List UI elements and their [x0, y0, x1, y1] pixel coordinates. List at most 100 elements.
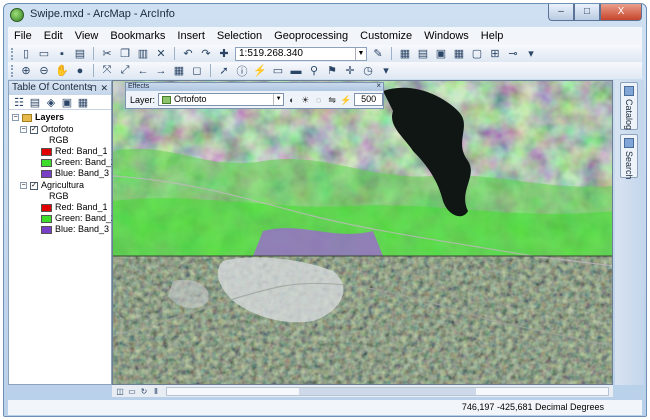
- map-imagery: [113, 81, 612, 384]
- new-document-icon[interactable]: ▯: [18, 47, 34, 61]
- identify-results-icon[interactable]: ▦: [397, 47, 413, 61]
- horizontal-scrollbar[interactable]: [166, 386, 609, 396]
- menu-insert[interactable]: Insert: [171, 30, 211, 42]
- toolbar-options-icon[interactable]: ▾: [523, 47, 539, 61]
- menu-customize[interactable]: Customize: [354, 30, 418, 42]
- collapse-icon[interactable]: −: [20, 126, 27, 133]
- time-slider-icon[interactable]: ◷: [360, 64, 376, 78]
- pause-drawing-icon[interactable]: Ⅱ: [151, 386, 161, 396]
- hyperlink-icon[interactable]: ⚡: [252, 64, 268, 78]
- open-folder-icon[interactable]: ▭: [36, 47, 52, 61]
- search-window-icon[interactable]: ▢: [469, 47, 485, 61]
- clear-selection-icon[interactable]: ◻: [189, 64, 205, 78]
- measure-icon[interactable]: ▬: [288, 64, 304, 78]
- swipe-icon[interactable]: ⇋: [326, 94, 337, 106]
- find-route-icon[interactable]: ⚑: [324, 64, 340, 78]
- model-builder-icon[interactable]: ⊞: [487, 47, 503, 61]
- redo-icon[interactable]: ↷: [198, 47, 214, 61]
- toolbar-options-icon[interactable]: ▾: [378, 64, 394, 78]
- collapse-icon[interactable]: −: [12, 114, 19, 121]
- toolbar-grip[interactable]: [11, 47, 14, 60]
- chevron-down-icon[interactable]: ▼: [355, 47, 366, 60]
- menu-file[interactable]: File: [8, 30, 38, 42]
- close-icon[interactable]: ×: [376, 82, 381, 90]
- layer-label: Layer:: [130, 94, 156, 105]
- paste-icon[interactable]: ▥: [135, 47, 151, 61]
- layer-agricultura[interactable]: − ✓ Agricultura: [20, 180, 84, 191]
- join-tool-icon[interactable]: ⊸: [505, 47, 521, 61]
- save-icon[interactable]: ▪: [54, 47, 70, 61]
- right-dock: Catalog Search: [615, 80, 644, 385]
- add-data-icon[interactable]: ✚: [216, 47, 232, 61]
- coordinate-readout: 746,197 -425,681 Decimal Degrees: [461, 402, 604, 412]
- list-by-selection-icon[interactable]: ▣: [60, 95, 74, 109]
- go-to-xy-icon[interactable]: ✛: [342, 64, 358, 78]
- python-window-icon[interactable]: ▦: [451, 47, 467, 61]
- select-elements-icon[interactable]: ➚: [216, 64, 232, 78]
- effects-title-bar[interactable]: Effects ×: [126, 82, 383, 91]
- map-display[interactable]: [112, 80, 613, 385]
- fixed-zoom-in-icon[interactable]: ⤧: [99, 64, 115, 78]
- tab-search[interactable]: Search: [620, 134, 638, 180]
- menu-windows[interactable]: Windows: [418, 30, 475, 42]
- contrast-icon[interactable]: ◐: [286, 94, 297, 106]
- toc-options-icon[interactable]: ▦: [76, 95, 90, 109]
- close-icon[interactable]: ✕: [100, 81, 108, 95]
- pin-icon[interactable]: ⊓: [90, 81, 97, 95]
- band-row: Green: Band_2: [41, 213, 116, 224]
- delete-icon[interactable]: ✕: [153, 47, 169, 61]
- catalog-window-icon[interactable]: ▤: [415, 47, 431, 61]
- refresh-icon[interactable]: ↻: [139, 386, 149, 396]
- select-features-icon[interactable]: ▦: [171, 64, 187, 78]
- data-view-icon[interactable]: ◫: [115, 386, 125, 396]
- tab-catalog[interactable]: Catalog: [620, 82, 638, 130]
- effects-toolbar: Effects × Layer: Ortofoto ▼ ◐ ☀ ◌ ⇋ ⚡ 50…: [125, 82, 384, 109]
- close-button[interactable]: X: [600, 4, 642, 21]
- menu-help[interactable]: Help: [475, 30, 510, 42]
- full-extent-icon[interactable]: ●: [72, 64, 88, 78]
- flicker-icon[interactable]: ⚡: [340, 94, 351, 106]
- menu-bookmarks[interactable]: Bookmarks: [104, 30, 171, 42]
- copy-icon[interactable]: ❐: [117, 47, 133, 61]
- menu-edit[interactable]: Edit: [38, 30, 69, 42]
- forward-extent-icon[interactable]: →: [153, 64, 169, 78]
- list-by-source-icon[interactable]: ▤: [28, 95, 42, 109]
- flicker-rate-input[interactable]: 500: [354, 93, 383, 106]
- layers-dataframe[interactable]: − Layers: [12, 112, 64, 123]
- layer-visibility-checkbox[interactable]: ✓: [30, 181, 38, 190]
- layer-ortofoto[interactable]: − ✓ Ortofoto: [20, 124, 74, 135]
- map-scale-combobox[interactable]: 1:519.268.340 ▼: [235, 46, 367, 61]
- band-row: Blue: Band_3: [41, 168, 109, 179]
- toolbar-grip[interactable]: [11, 64, 14, 77]
- chevron-down-icon[interactable]: ▼: [273, 94, 283, 105]
- effects-layer-value: Ortofoto: [174, 94, 207, 104]
- tab-catalog-label: Catalog: [624, 99, 634, 131]
- list-by-visibility-icon[interactable]: ◈: [44, 95, 58, 109]
- html-popup-icon[interactable]: ▭: [270, 64, 286, 78]
- menu-view[interactable]: View: [69, 30, 105, 42]
- back-extent-icon[interactable]: ←: [135, 64, 151, 78]
- fixed-zoom-out-icon[interactable]: ⤢: [117, 64, 133, 78]
- layout-view-icon[interactable]: ▭: [127, 386, 137, 396]
- undo-icon[interactable]: ↶: [180, 47, 196, 61]
- zoom-in-icon[interactable]: ⊕: [18, 64, 34, 78]
- cut-icon[interactable]: ✂: [99, 47, 115, 61]
- maximize-button[interactable]: □: [574, 4, 600, 21]
- arctoolbox-icon[interactable]: ▣: [433, 47, 449, 61]
- menu-geoprocessing[interactable]: Geoprocessing: [268, 30, 354, 42]
- editor-toolbar-icon[interactable]: ✎: [370, 47, 386, 61]
- collapse-icon[interactable]: −: [20, 182, 27, 189]
- effects-layer-select[interactable]: Ortofoto ▼: [158, 93, 285, 106]
- minimize-button[interactable]: –: [548, 4, 574, 21]
- zoom-out-icon[interactable]: ⊖: [36, 64, 52, 78]
- window-controls: – □ X: [548, 4, 642, 22]
- identify-icon[interactable]: ⓘ: [234, 64, 250, 78]
- list-by-drawing-order-icon[interactable]: ☷: [12, 95, 26, 109]
- brightness-icon[interactable]: ☀: [300, 94, 311, 106]
- pan-icon[interactable]: ✋: [54, 64, 70, 78]
- layer-visibility-checkbox[interactable]: ✓: [30, 125, 38, 134]
- transparency-icon[interactable]: ◌: [313, 94, 324, 106]
- find-icon[interactable]: ⚲: [306, 64, 322, 78]
- print-icon[interactable]: ▤: [72, 47, 88, 61]
- menu-selection[interactable]: Selection: [211, 30, 268, 42]
